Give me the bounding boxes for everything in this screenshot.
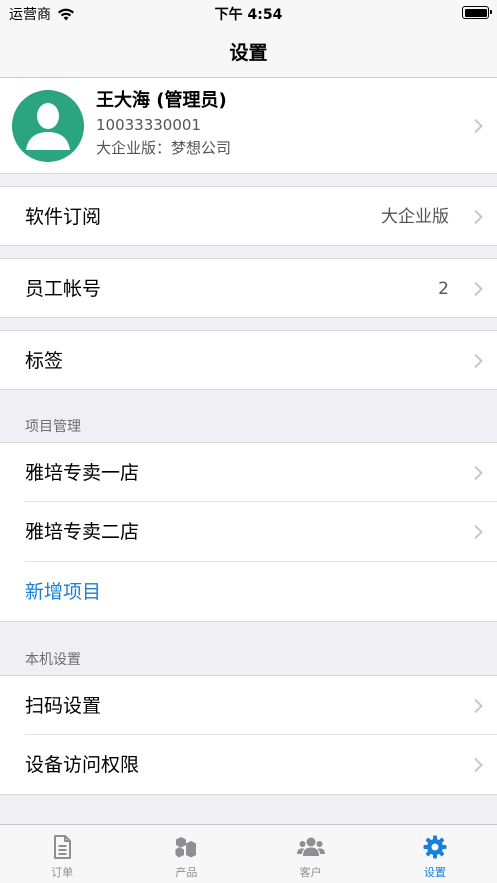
avatar [12, 90, 84, 162]
chevron-right-icon [473, 281, 483, 297]
clock: 下午 4:54 [214, 7, 283, 23]
tab-label: 订单 [51, 866, 74, 879]
settings-list[interactable]: 王大海 (管理员) 10033330001 大企业版：梦想公司 软件订阅 大企业… [0, 78, 497, 824]
scan-settings-row[interactable]: 扫码设置 [0, 675, 497, 735]
navigation-bar: 设置 [0, 26, 497, 78]
chevron-right-icon [473, 757, 483, 773]
subscription-label: 软件订阅 [25, 206, 102, 228]
subscription-value: 大企业版 [381, 207, 449, 227]
tab-label: 设置 [423, 866, 446, 879]
chevron-right-icon [473, 465, 483, 481]
person-icon [26, 103, 70, 150]
page-title: 设置 [229, 42, 268, 64]
add-project-button[interactable]: 新增项目 [0, 562, 497, 622]
chevron-right-icon [473, 209, 483, 225]
document-icon [54, 835, 72, 859]
profile-plan: 大企业版：梦想公司 [96, 139, 232, 157]
chevron-right-icon [473, 353, 483, 369]
staff-accounts-label: 员工帐号 [25, 278, 102, 300]
project-name: 雅培专卖二店 [25, 521, 140, 543]
chevron-right-icon [473, 524, 483, 540]
tab-label: 客户 [299, 866, 322, 879]
tab-bar: 订单 产品 客户 设置 [0, 824, 497, 883]
tab-orders[interactable]: 订单 [0, 825, 124, 883]
subscription-row[interactable]: 软件订阅 大企业版 [0, 186, 497, 246]
profile-name: 王大海 (管理员) [96, 90, 227, 111]
project-row[interactable]: 雅培专卖二店 [0, 502, 497, 562]
chevron-right-icon [473, 698, 483, 714]
scan-settings-label: 扫码设置 [25, 695, 102, 717]
tab-label: 产品 [175, 866, 198, 879]
gear-icon [423, 835, 447, 859]
tags-row[interactable]: 标签 [0, 330, 497, 390]
add-project-label: 新增项目 [25, 581, 102, 603]
project-name: 雅培专卖一店 [25, 462, 140, 484]
chevron-right-icon [473, 118, 483, 134]
section-header-device: 本机设置 [25, 652, 81, 668]
status-bar: 运营商 下午 4:54 [0, 0, 497, 26]
section-header-projects: 项目管理 [25, 419, 81, 435]
tab-settings[interactable]: 设置 [373, 825, 497, 883]
tags-label: 标签 [25, 350, 64, 372]
staff-accounts-row[interactable]: 员工帐号 2 [0, 258, 497, 318]
profile-info: 王大海 (管理员) 10033330001 大企业版：梦想公司 [96, 88, 231, 160]
device-permissions-row[interactable]: 设备访问权限 [0, 735, 497, 795]
project-row[interactable]: 雅培专卖一店 [0, 442, 497, 502]
tab-products[interactable]: 产品 [124, 825, 248, 883]
device-permissions-label: 设备访问权限 [25, 754, 140, 776]
staff-accounts-count: 2 [438, 279, 449, 299]
battery-icon [462, 6, 492, 19]
people-icon [296, 837, 325, 856]
profile-phone: 10033330001 [96, 116, 201, 134]
tab-customers[interactable]: 客户 [249, 825, 373, 883]
boxes-icon [175, 837, 197, 858]
profile-row[interactable]: 王大海 (管理员) 10033330001 大企业版：梦想公司 [0, 78, 497, 174]
